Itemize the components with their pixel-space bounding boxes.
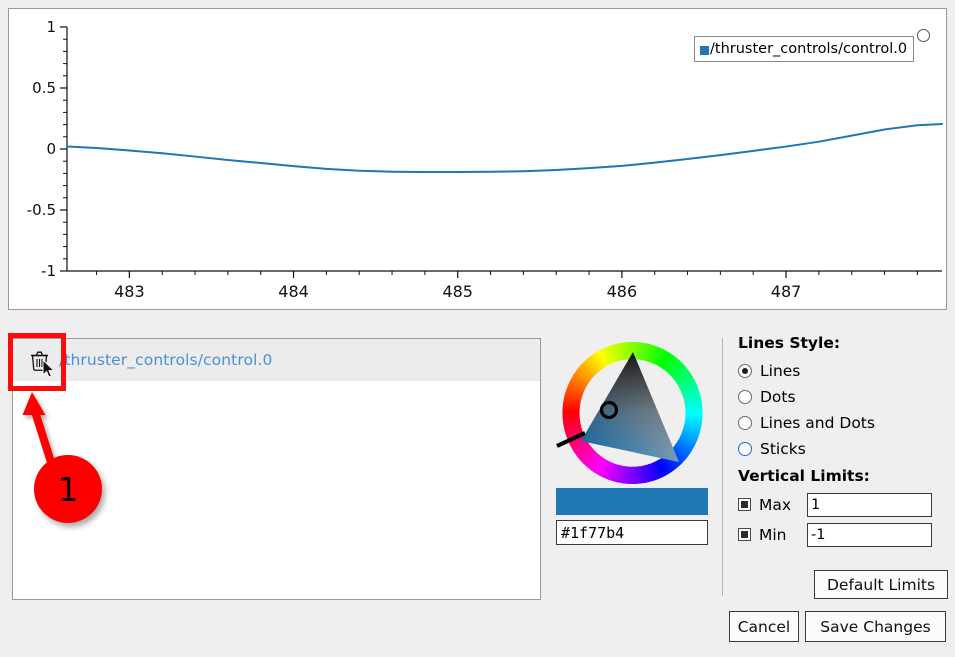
radio-lines-and-dots-icon[interactable] <box>738 416 752 430</box>
max-limit-value: 1 <box>811 496 821 513</box>
series-line-thruster-controls-control-0 <box>66 122 943 174</box>
curve-name-label: /thruster_controls/control.0 <box>59 351 273 369</box>
svg-text:-0.5: -0.5 <box>27 201 56 219</box>
hex-color-input[interactable]: #1f77b4 <box>556 520 708 545</box>
hex-color-value: #1f77b4 <box>561 523 625 542</box>
svg-text:483: 483 <box>114 282 145 301</box>
radio-sticks-icon[interactable] <box>738 442 752 456</box>
min-limit-label: Min <box>759 525 787 544</box>
svg-text:0.5: 0.5 <box>32 79 56 97</box>
max-limit-input[interactable]: 1 <box>807 492 932 517</box>
radio-dots-icon[interactable] <box>738 390 752 404</box>
vertical-limits-title: Vertical Limits: <box>738 467 870 485</box>
min-limit-value: -1 <box>811 526 826 543</box>
svg-text:486: 486 <box>607 282 638 301</box>
default-limits-button[interactable]: Default Limits <box>814 570 948 599</box>
trash-icon <box>30 351 48 371</box>
delete-curve-button[interactable] <box>21 339 57 381</box>
chart-legend[interactable]: /thruster_controls/control.0 <box>694 36 915 62</box>
save-label: Save Changes <box>820 617 931 636</box>
legend-label: /thruster_controls/control.0 <box>710 41 908 57</box>
chart-axes <box>60 26 942 278</box>
options-panel: Lines Style: Lines Dots Lines and Dots S… <box>738 334 948 599</box>
radio-lines-label: Lines <box>760 362 801 380</box>
annotation-step-badge: 1 <box>34 455 102 523</box>
radio-option-dots[interactable]: Dots <box>738 384 948 410</box>
radio-lines-icon[interactable] <box>738 364 752 378</box>
lines-style-title: Lines Style: <box>738 334 841 352</box>
svg-text:484: 484 <box>278 282 309 301</box>
radio-option-lines-and-dots[interactable]: Lines and Dots <box>738 410 948 436</box>
svg-text:0: 0 <box>46 140 56 158</box>
save-changes-button[interactable]: Save Changes <box>805 611 946 642</box>
selected-color-swatch[interactable] <box>556 488 708 515</box>
annotation-arrow <box>22 392 55 464</box>
panel-divider <box>722 338 723 596</box>
max-limit-label: Max <box>759 495 792 514</box>
max-limit-checkbox[interactable] <box>738 498 751 511</box>
min-limit-row[interactable]: Min -1 <box>738 520 948 549</box>
min-limit-input[interactable]: -1 <box>807 522 932 547</box>
radio-option-sticks[interactable]: Sticks <box>738 436 948 462</box>
default-limits-label: Default Limits <box>826 575 936 594</box>
color-wheel-icon[interactable] <box>555 342 710 484</box>
radio-lines-and-dots-label: Lines and Dots <box>760 414 875 432</box>
radio-sticks-label: Sticks <box>760 440 806 458</box>
svg-text:487: 487 <box>771 282 802 301</box>
radio-dots-label: Dots <box>760 388 796 406</box>
max-limit-row[interactable]: Max 1 <box>738 490 948 519</box>
legend-color-swatch <box>700 45 709 55</box>
annotation-step-number: 1 <box>57 469 79 509</box>
cancel-button[interactable]: Cancel <box>729 611 799 642</box>
list-item[interactable]: /thruster_controls/control.0 <box>13 339 540 381</box>
color-picker[interactable]: #1f77b4 <box>551 340 716 555</box>
svg-text:-1: -1 <box>41 262 56 280</box>
radio-option-lines[interactable]: Lines <box>738 358 948 384</box>
svg-text:1: 1 <box>46 18 56 36</box>
legend-drag-handle[interactable] <box>917 29 930 42</box>
cancel-label: Cancel <box>737 617 791 636</box>
min-limit-checkbox[interactable] <box>738 528 751 541</box>
svg-text:485: 485 <box>442 282 473 301</box>
